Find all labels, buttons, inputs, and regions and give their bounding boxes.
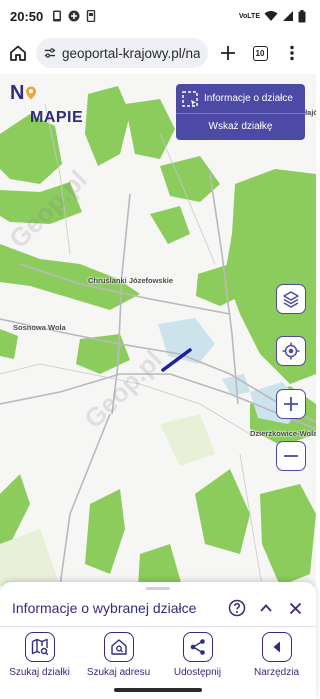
nav-share-button[interactable] (182, 632, 213, 662)
nav-share[interactable]: Udostępnij (158, 632, 237, 678)
map-search-icon (31, 638, 48, 656)
zoom-in-icon (284, 397, 298, 411)
crosshair-icon (282, 342, 300, 360)
share-icon (190, 639, 205, 655)
zoom-out-icon (284, 455, 298, 457)
network-type: VoLTE (238, 12, 260, 20)
tab-switcher-button[interactable]: 10 (248, 41, 272, 65)
parcel-info-toggle[interactable]: Informacje o działce (176, 84, 305, 114)
chevron-up-icon (260, 604, 272, 612)
tab-count: 10 (252, 45, 268, 61)
zoom-in-button[interactable] (276, 389, 306, 419)
url-text: geoportal-krajowy.pl/na-ma (61, 45, 200, 61)
collapse-button[interactable] (255, 597, 277, 619)
layers-button[interactable] (276, 284, 306, 314)
status-indicators: VoLTE (238, 9, 306, 23)
logo-pin-icon (25, 86, 36, 100)
zoom-out-button[interactable] (276, 441, 306, 471)
place-label-chruslanki: Chruślanki Józefowskie (88, 276, 174, 285)
panel-header: Informacje o wybranej działce (12, 596, 306, 620)
drag-handle[interactable] (146, 587, 170, 590)
nav-share-label: Udostępnij (173, 667, 222, 678)
nav-search-address[interactable]: Szukaj adresu (79, 632, 158, 678)
nav-search-parcel-label: Szukaj działki (9, 667, 70, 678)
nav-search-parcel[interactable]: Szukaj działki (0, 632, 79, 678)
parcel-info-panel: Informacje o działce Wskaż działkę (176, 84, 305, 140)
help-button[interactable] (226, 597, 248, 619)
nav-search-address-button[interactable] (103, 632, 134, 662)
app-logo: N MAPIE (10, 82, 84, 126)
layers-icon (283, 291, 299, 308)
parcel-info-label: Informacje o działce (204, 93, 293, 104)
plus-icon (221, 46, 235, 60)
map-view[interactable]: Geop.pl Geop.pl Chruślanki Józefowskie S… (0, 74, 316, 586)
locate-me-button[interactable] (276, 336, 306, 366)
nav-tools-label: Narzędzia (253, 667, 300, 678)
forest-areas (0, 86, 316, 586)
chevron-left-icon (273, 641, 280, 653)
status-bar: 20:50 VoLTE (0, 0, 316, 32)
help-icon (228, 599, 246, 617)
notification-icons (51, 10, 97, 22)
close-icon (289, 602, 301, 614)
site-settings-icon[interactable] (44, 46, 56, 60)
gesture-home-indicator (114, 688, 202, 692)
nav-tools[interactable]: Narzędzia (237, 632, 316, 678)
panel-title: Informacje o wybranej działce (12, 600, 197, 616)
select-parcel-label: Wskaż działkę (208, 121, 273, 132)
nav-tools-button[interactable] (261, 632, 292, 662)
select-area-icon (182, 90, 198, 107)
place-label-dzierzkowice: Dzierzkowice-Wola (250, 429, 316, 438)
signal-icon (283, 11, 293, 21)
battery-icon (298, 9, 306, 22)
settings-notification-icon (68, 10, 80, 22)
more-vert-icon (290, 45, 294, 61)
phone-notification-icon (53, 10, 62, 22)
home-button[interactable] (6, 41, 30, 65)
close-button[interactable] (284, 597, 306, 619)
address-bar[interactable]: geoportal-krajowy.pl/na-ma (36, 38, 208, 68)
select-parcel-button[interactable]: Wskaż działkę (176, 114, 305, 140)
device-notification-icon (87, 10, 96, 22)
nav-search-parcel-button[interactable] (24, 632, 55, 662)
bottom-navigation: Szukaj działki Szukaj adresu Udostępnij … (0, 632, 316, 678)
browser-menu-button[interactable] (280, 41, 304, 65)
panel-divider (0, 626, 316, 627)
place-label-sosnowa: Sosnowa Wola (13, 323, 66, 332)
nav-search-address-label: Szukaj adresu (86, 667, 151, 678)
status-time: 20:50 (10, 8, 44, 24)
home-search-icon (110, 639, 127, 655)
home-icon (10, 45, 26, 61)
new-tab-button[interactable] (216, 41, 240, 65)
bottom-panel: Informacje o wybranej działce Szukaj dzi… (0, 582, 316, 699)
wifi-icon (264, 11, 278, 21)
browser-toolbar: geoportal-krajowy.pl/na-ma 10 (0, 32, 316, 74)
